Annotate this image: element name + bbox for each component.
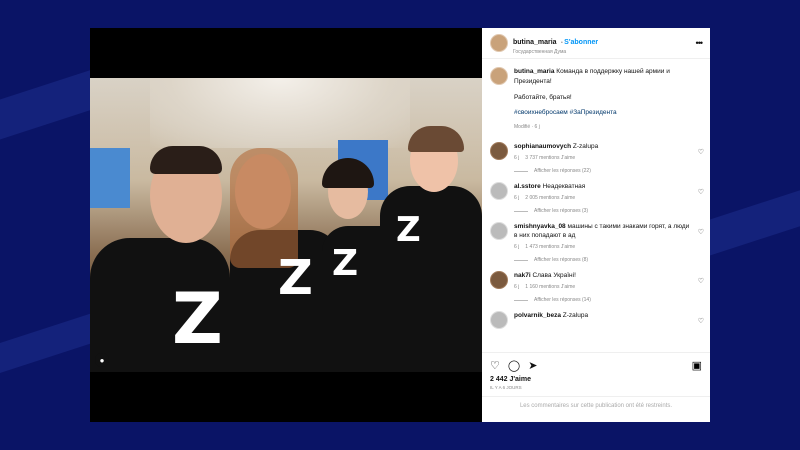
- background-stripe: [0, 310, 100, 380]
- post-caption: butina_maria Команда в поддержку нашей а…: [482, 59, 710, 138]
- bookmark-icon[interactable]: ▣: [692, 359, 702, 372]
- post-side-panel: butina_maria • S'abonner Государственная…: [482, 28, 710, 422]
- header-user-block: butina_maria • S'abonner Государственная…: [513, 31, 598, 55]
- comment-item: sophianaumovych Z-zalupa 6 j 3 737 mentio…: [482, 138, 710, 178]
- comment-age: 6 j: [514, 155, 520, 162]
- comment-username[interactable]: al.sstore: [514, 183, 541, 190]
- comment-item: polvarnik_beza Z-zalupa ♡: [482, 307, 710, 333]
- comment-age: 6 j: [514, 284, 520, 291]
- comment-username[interactable]: polvarnik_beza: [514, 312, 561, 319]
- caption-line2: Работайте, братья!: [514, 93, 572, 101]
- comment-text: Z-zalupa: [572, 143, 599, 150]
- person-hair: [408, 126, 464, 152]
- comments-closed-notice: Les commentaires sur cette publication o…: [482, 396, 710, 409]
- view-replies-button[interactable]: Afficher les réponses (8): [514, 257, 702, 263]
- person-hair: [150, 146, 222, 174]
- background-stripe: [700, 177, 800, 259]
- comment-text: Слава Україні!: [532, 272, 576, 280]
- shirt-z-letter: Z: [332, 243, 359, 284]
- follow-button[interactable]: S'abonner: [564, 39, 598, 46]
- shirt-z-letter: Z: [278, 250, 313, 306]
- modified-label: Modifié · 6 j: [514, 124, 540, 130]
- time-ago: IL Y A 6 JOURS: [490, 385, 522, 390]
- comment-username[interactable]: nak7i: [514, 272, 531, 279]
- heart-icon[interactable]: ♡: [698, 188, 704, 196]
- window-curtain: [150, 78, 410, 148]
- comment-item: smishnyavka_08 машины с такими знаками г…: [482, 218, 710, 267]
- avatar[interactable]: [490, 142, 508, 160]
- heart-icon[interactable]: ♡: [698, 277, 704, 285]
- subtitle: Государственная Дума: [513, 49, 567, 55]
- likes-count[interactable]: 2 442 J'aime: [482, 374, 710, 385]
- comment-likes[interactable]: 3 737 mentions J'aime: [525, 155, 575, 161]
- comment-item: nak7i Слава Україні! 6 j 1 160 mentions J…: [482, 267, 710, 307]
- avatar[interactable]: [490, 34, 508, 52]
- avatar[interactable]: [490, 67, 508, 85]
- window: [90, 148, 130, 208]
- tagged-user-icon[interactable]: ●: [95, 353, 109, 367]
- comment-likes[interactable]: 1 473 mentions J'aime: [525, 244, 575, 250]
- shirt-z-letter: Z: [172, 278, 223, 360]
- heart-icon[interactable]: ♡: [490, 359, 500, 372]
- post-modal: Z Z Z Z ● butina_maria • S'abonner Госуд…: [90, 28, 710, 422]
- more-options-icon[interactable]: •••: [696, 38, 704, 48]
- heart-icon[interactable]: ♡: [698, 317, 704, 325]
- comment-item: al.sstore Неадекватная 6 j 2 005 mentions…: [482, 178, 710, 218]
- heart-icon[interactable]: ♡: [698, 228, 704, 236]
- heart-icon[interactable]: ♡: [698, 148, 704, 156]
- avatar[interactable]: [490, 222, 508, 241]
- comment-username[interactable]: smishnyavka_08: [514, 223, 566, 230]
- avatar[interactable]: [490, 182, 508, 201]
- view-replies-button[interactable]: Afficher les réponses (3): [514, 208, 702, 214]
- username[interactable]: butina_maria: [513, 39, 557, 46]
- comment-text: Z-zalupa: [562, 312, 589, 320]
- comment-username[interactable]: sophianaumovych: [514, 143, 571, 150]
- post-photo: Z Z Z Z ●: [90, 78, 482, 372]
- caption-line: butina_maria Команда в поддержку нашей а…: [514, 67, 702, 87]
- comment-age: 6 j: [514, 244, 520, 251]
- comments-list: sophianaumovych Z-zalupa 6 j 3 737 mentio…: [482, 138, 710, 333]
- comment-age: 6 j: [514, 195, 520, 202]
- share-icon[interactable]: ➤: [528, 359, 537, 372]
- comment-icon[interactable]: ◯: [508, 359, 520, 372]
- post-header: butina_maria • S'abonner Государственная…: [482, 28, 710, 59]
- hashtags[interactable]: #своихнебросаем #ЗаПрезидента: [514, 108, 702, 118]
- comment-likes[interactable]: 2 005 mentions J'aime: [525, 195, 575, 201]
- actions-bar: ♡ ◯ ➤ ▣ 2 442 J'aime IL Y A 6 JOURS Les …: [482, 352, 710, 422]
- view-replies-button[interactable]: Afficher les réponses (14): [514, 297, 702, 303]
- caption-username[interactable]: butina_maria: [514, 68, 554, 75]
- avatar[interactable]: [490, 271, 508, 290]
- avatar[interactable]: [490, 311, 508, 330]
- comment-likes[interactable]: 1 160 mentions J'aime: [525, 284, 575, 290]
- comment-text: Неадекватная: [542, 183, 586, 191]
- shirt-z-letter: Z: [396, 210, 421, 250]
- view-replies-button[interactable]: Afficher les réponses (22): [514, 168, 702, 174]
